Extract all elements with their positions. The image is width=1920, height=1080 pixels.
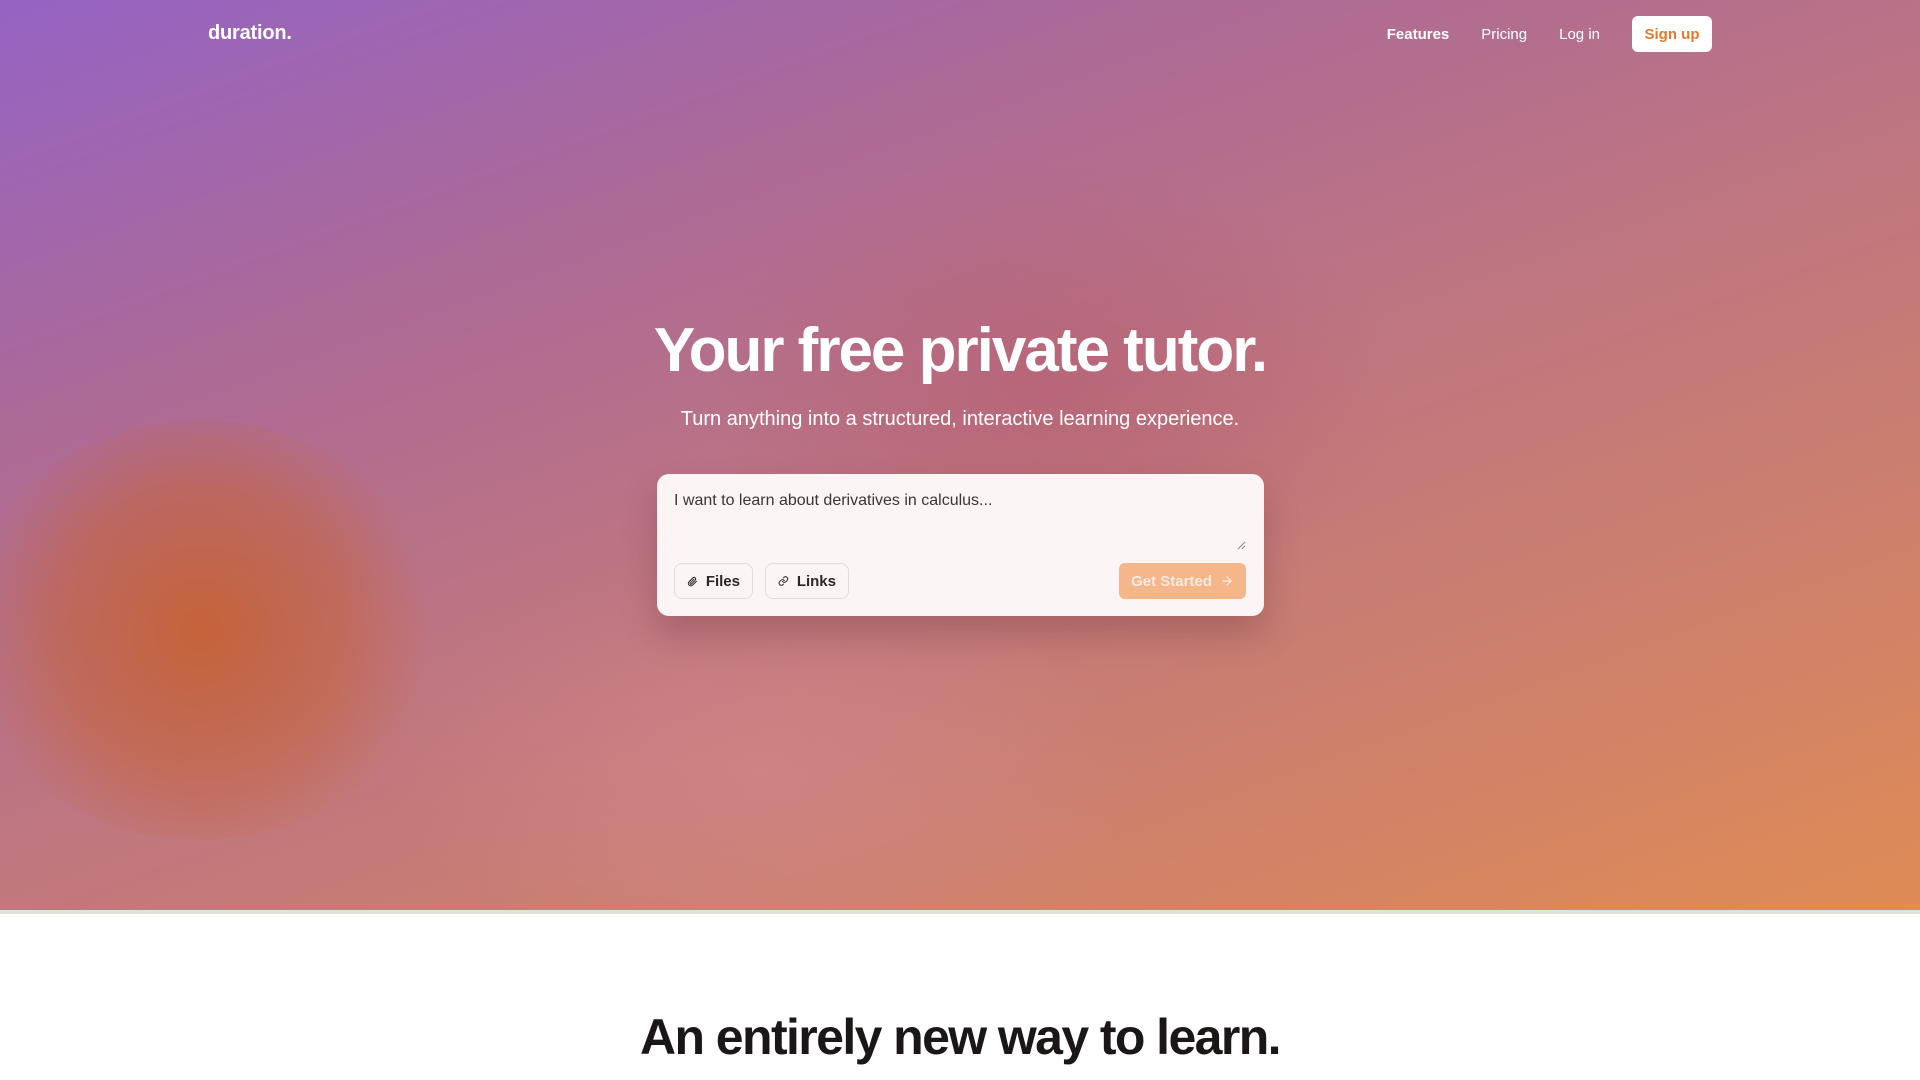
paperclip-icon xyxy=(687,576,697,586)
nav-pricing-link[interactable]: Pricing xyxy=(1481,26,1527,43)
links-button[interactable]: Links xyxy=(765,563,849,599)
logo[interactable]: duration. xyxy=(208,22,292,45)
signup-button[interactable]: Sign up xyxy=(1632,16,1712,52)
files-button[interactable]: Files xyxy=(674,563,753,599)
section-title: An entirely new way to learn. xyxy=(640,1009,1282,1065)
get-started-label: Get Started xyxy=(1131,572,1212,590)
learning-prompt-input[interactable]: I want to learn about derivatives in cal… xyxy=(667,484,1254,562)
get-started-button[interactable]: Get Started xyxy=(1119,563,1246,599)
hero-section xyxy=(0,0,1920,914)
links-label: Links xyxy=(796,572,836,590)
nav-login-link[interactable]: Log in xyxy=(1559,26,1600,43)
link-icon xyxy=(778,576,789,586)
files-label: Files xyxy=(705,572,740,590)
nav-features-link[interactable]: Features xyxy=(1387,26,1450,43)
resize-grip-icon[interactable] xyxy=(1237,541,1246,550)
hero-subhead: Turn anything into a structured, interac… xyxy=(680,408,1240,430)
hero-headline: Your free private tutor. xyxy=(653,316,1268,385)
arrow-right-icon xyxy=(1222,576,1232,586)
hero-divider xyxy=(0,910,1920,914)
top-nav: Features Pricing Log in Sign up xyxy=(1387,16,1712,52)
background-glow xyxy=(0,420,440,840)
